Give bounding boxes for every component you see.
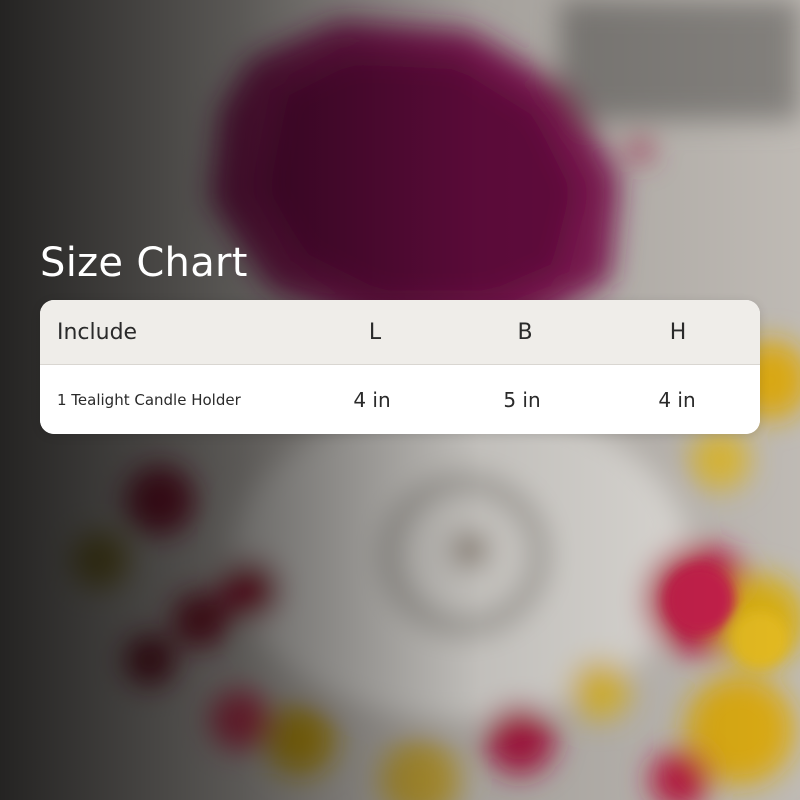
cell-length: 4 in (353, 387, 391, 412)
header-include: Include (57, 319, 138, 345)
size-chart-title: Size Chart (40, 240, 248, 286)
size-chart-table: Include L B H 1 Tealight Candle Holder 4… (40, 300, 760, 434)
header-breadth: B (517, 319, 533, 345)
cell-breadth: 5 in (503, 387, 541, 412)
header-length: L (368, 319, 382, 345)
product-image: Size Chart Include L B H 1 Tealight Cand… (0, 0, 800, 800)
cell-item: 1 Tealight Candle Holder (57, 390, 241, 409)
table-row: 1 Tealight Candle Holder 4 in 5 in 4 in (40, 365, 760, 434)
header-height: H (669, 319, 687, 345)
table-header-row: Include L B H (40, 300, 760, 365)
cell-height: 4 in (658, 387, 696, 412)
